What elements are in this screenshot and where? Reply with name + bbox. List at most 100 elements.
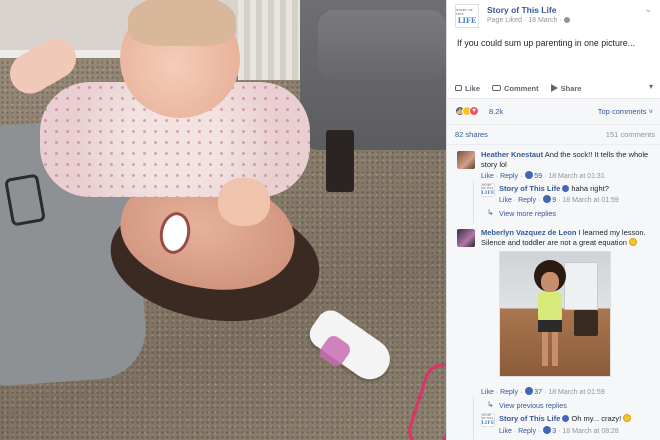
reply-guide-line <box>473 397 474 439</box>
reply-like-count[interactable]: 9 <box>552 197 556 204</box>
verified-badge-icon <box>562 415 570 422</box>
post-sidebar: STORY OF THIS LIFE Story of This Life Pa… <box>446 0 660 440</box>
reply-author[interactable]: Story of This Life <box>499 184 560 193</box>
post-photo[interactable] <box>0 0 446 440</box>
reply-reply-link[interactable]: Reply <box>518 197 536 204</box>
meta-separator: · <box>537 428 541 435</box>
avatar-text-bottom: LIFE <box>481 420 495 426</box>
shares-count[interactable]: 82 shares <box>455 130 488 139</box>
reply-arrow-icon: ↳ <box>487 400 494 409</box>
curtain <box>238 0 308 80</box>
photo-child-face <box>541 272 559 292</box>
reply-text: Oh my... crazy! <box>571 414 622 423</box>
avatar[interactable] <box>457 151 475 169</box>
avatar-text-bottom: LIFE <box>457 15 477 25</box>
comment-body: Meberlyn Vazquez de Leon I learned my le… <box>481 228 657 248</box>
reply-body: Story of This Life haha right? <box>499 184 657 194</box>
like-button[interactable]: Like <box>455 84 480 93</box>
reply-time[interactable]: 18 March at 01:59 <box>562 197 618 204</box>
comment-label: Comment <box>504 83 539 93</box>
page-name-link[interactable]: Story of This Life <box>487 5 556 15</box>
meta-separator: · <box>513 428 517 435</box>
comment-meta: Like · Reply · 37 · 18 March at 01:59 <box>481 387 605 396</box>
comment-text: And the sock!! It tells the whole <box>544 150 649 159</box>
reply-like-link[interactable]: Like <box>499 197 512 204</box>
like-count-icon <box>525 171 534 179</box>
meta-separator: · <box>544 173 547 180</box>
page-avatar[interactable]: STORY OF THIS LIFE <box>455 4 479 28</box>
comment-thread: Heather Knestaut And the sock!! It tells… <box>447 144 660 440</box>
reply-arrow-icon: ↳ <box>487 208 494 217</box>
comment-text: I learned my lesson. <box>578 228 646 237</box>
photo-child-shorts <box>538 320 562 332</box>
comment-button[interactable]: Comment <box>492 84 539 93</box>
photo-child-leg <box>552 332 558 366</box>
meta-separator: · <box>495 173 499 180</box>
comment-text-cont: Silence and toddler are not a great equa… <box>481 238 627 247</box>
like-count-icon <box>543 426 552 434</box>
photo-child-leg <box>542 332 548 366</box>
comments-count: 151 comments <box>605 130 655 139</box>
reply-guide-line <box>473 181 474 223</box>
reply-like-link[interactable]: Like <box>499 428 512 435</box>
post-meta-text: Page Liked · 18 March · <box>487 17 562 24</box>
sofa-arm <box>318 10 446 80</box>
top-comments-dropdown[interactable]: Top comments ˅ <box>598 107 653 116</box>
post-actions: Like Comment Share ▾ <box>455 80 653 96</box>
comment-author[interactable]: Meberlyn Vazquez de Leon <box>481 228 576 237</box>
reaction-icons[interactable]: 👍 ♥ <box>455 106 479 116</box>
reply-text: haha right? <box>571 184 609 193</box>
post-header: STORY OF THIS LIFE Story of This Life Pa… <box>447 0 660 30</box>
share-button[interactable]: Share <box>550 83 582 93</box>
comment-like-link[interactable]: Like <box>481 173 494 180</box>
reactions-bar: 👍 ♥ 8.2k Top comments ˅ <box>447 98 660 124</box>
avatar-text-bottom: LIFE <box>481 190 495 196</box>
post-options-chevron-icon[interactable]: ⌄ <box>644 4 652 15</box>
verified-badge-icon <box>562 185 570 192</box>
meta-separator: · <box>558 428 561 435</box>
comment-attached-photo[interactable] <box>499 251 611 377</box>
avatar[interactable]: STORY OF THIS LIFE <box>481 183 495 197</box>
reply-body: Story of This Life Oh my... crazy! <box>499 414 657 424</box>
photo-chair <box>574 310 598 336</box>
reaction-count[interactable]: 8.2k <box>489 107 503 116</box>
meta-separator: · <box>519 173 523 180</box>
post-meta: Page Liked · 18 March · <box>487 17 570 24</box>
meta-separator: · <box>513 197 517 204</box>
photo-child-top <box>538 292 562 322</box>
avatar[interactable]: STORY OF THIS LIFE <box>481 413 495 427</box>
like-count-icon <box>525 387 534 395</box>
comment-like-count[interactable]: 37 <box>534 389 542 396</box>
comment-time[interactable]: 18 March at 01:31 <box>548 173 604 180</box>
view-previous-replies-link[interactable]: View previous replies <box>499 401 567 410</box>
globe-icon <box>563 17 570 23</box>
reply-like-count[interactable]: 3 <box>552 428 556 435</box>
love-reaction-icon: ♥ <box>469 106 479 116</box>
comment-time[interactable]: 18 March at 01:59 <box>548 389 604 396</box>
avatar[interactable] <box>457 229 475 247</box>
reaction-menu-chevron-icon[interactable]: ▾ <box>649 82 653 91</box>
comment-reply-link[interactable]: Reply <box>500 389 518 396</box>
meta-separator: · <box>558 197 561 204</box>
reply-author[interactable]: Story of This Life <box>499 414 560 423</box>
baby-hair <box>128 0 236 46</box>
reply-reply-link[interactable]: Reply <box>518 428 536 435</box>
like-label: Like <box>465 83 481 93</box>
baby-hand <box>218 178 270 226</box>
comment-body: Heather Knestaut And the sock!! It tells… <box>481 150 655 170</box>
comment-reply-link[interactable]: Reply <box>500 173 518 180</box>
meta-separator: · <box>495 389 499 396</box>
comment-author[interactable]: Heather Knestaut <box>481 150 543 159</box>
meta-separator: · <box>537 197 541 204</box>
comment-bubble-icon <box>492 85 502 91</box>
like-count-icon <box>543 195 552 203</box>
view-more-replies-link[interactable]: View more replies <box>499 209 556 218</box>
reply-meta: Like · Reply · 9 · 18 March at 01:59 <box>499 195 619 204</box>
meta-separator: · <box>519 389 523 396</box>
share-label: Share <box>560 83 582 93</box>
post-caption: If you could sum up parenting in one pic… <box>457 38 635 48</box>
shares-comments-row: 82 shares 151 comments <box>447 124 660 144</box>
reply-time[interactable]: 18 March at 08:28 <box>562 428 618 435</box>
comment-like-link[interactable]: Like <box>481 389 494 396</box>
comment-like-count[interactable]: 59 <box>534 173 542 180</box>
